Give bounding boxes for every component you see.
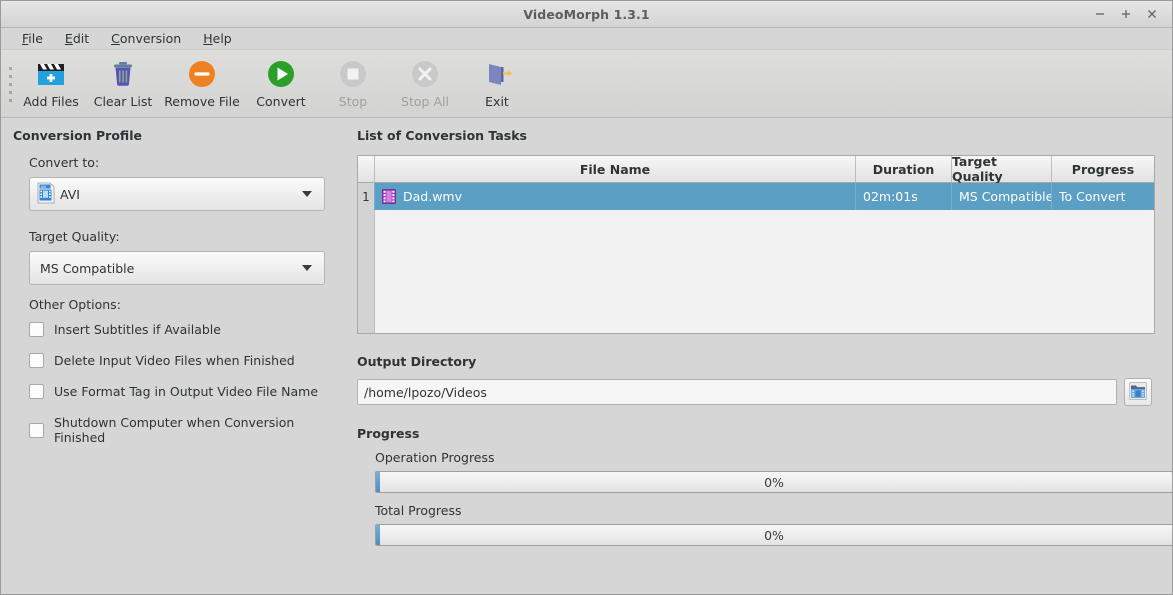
tasks-title: List of Conversion Tasks (357, 128, 527, 143)
output-directory-title: Output Directory (357, 354, 477, 369)
option-delete-input-files[interactable]: Delete Input Video Files when Finished (29, 353, 327, 368)
application-window: VideoMorph 1.3.1 File Edit Conversion He… (0, 0, 1173, 595)
total-progress-label: Total Progress (375, 503, 462, 518)
folder-video-icon (1128, 381, 1148, 404)
chevron-down-icon (302, 191, 312, 197)
column-header-target-quality[interactable]: Target Quality (952, 156, 1052, 184)
cell-file-name: Dad.wmv (375, 183, 856, 210)
operation-progress-bar: 0% (375, 471, 1173, 493)
cell-progress: To Convert (1052, 183, 1154, 210)
play-icon (265, 57, 297, 91)
menu-file[interactable]: File (11, 29, 54, 48)
menu-help-label: elp (212, 31, 232, 46)
exit-door-icon (481, 57, 513, 91)
add-files-button[interactable]: Add Files (15, 50, 87, 114)
menu-help[interactable]: Help (192, 29, 243, 48)
main-content: Conversion Profile Convert to: AVI AVI T… (1, 118, 1173, 564)
title-bar: VideoMorph 1.3.1 (1, 1, 1172, 28)
minimize-button[interactable] (1092, 6, 1108, 22)
add-files-label: Add Files (23, 94, 79, 109)
convert-to-value: AVI (60, 186, 80, 202)
conversion-profile-title: Conversion Profile (13, 128, 142, 143)
column-header-file-name[interactable]: File Name (375, 156, 856, 183)
menu-file-label: ile (28, 31, 43, 46)
option-label: Insert Subtitles if Available (54, 322, 221, 337)
maximize-button[interactable] (1118, 6, 1134, 22)
conversion-tasks-table: File Name Duration Target Quality Progre… (357, 155, 1155, 334)
checkbox-icon[interactable] (29, 422, 44, 438)
checkbox-icon[interactable] (29, 353, 44, 368)
stop-label: Stop (338, 94, 368, 109)
target-quality-value: MS Compatible (40, 260, 135, 276)
file-name-text: Dad.wmv (403, 189, 462, 204)
tasks-panel: List of Conversion Tasks File Name Durat… (341, 118, 1173, 564)
target-quality-label: Target Quality: (29, 229, 120, 244)
gutter-filler (358, 210, 375, 333)
video-file-icon (382, 189, 396, 204)
menu-edit-label: dit (72, 31, 90, 46)
stop-all-icon (409, 57, 441, 91)
clear-list-button[interactable]: Clear List (87, 50, 159, 114)
stop-button: Stop (317, 50, 389, 114)
toolbar: Add Files Clear List Remove File Convert… (1, 50, 1172, 118)
window-title: VideoMorph 1.3.1 (523, 6, 650, 22)
remove-file-label: Remove File (164, 94, 240, 109)
option-format-tag[interactable]: Use Format Tag in Output Video File Name (29, 384, 327, 399)
remove-file-button[interactable]: Remove File (159, 50, 245, 114)
convert-to-combobox[interactable]: AVI AVI (29, 177, 325, 211)
column-header-index[interactable] (358, 156, 375, 183)
total-progress-value: 0% (764, 527, 784, 543)
stop-all-button: Stop All (389, 50, 461, 114)
operation-progress-label: Operation Progress (375, 450, 495, 465)
column-header-duration[interactable]: Duration (856, 156, 952, 183)
remove-file-icon (186, 57, 218, 91)
conversion-profile-panel: Conversion Profile Convert to: AVI AVI T… (1, 118, 341, 564)
option-label: Use Format Tag in Output Video File Name (54, 384, 319, 399)
menu-edit[interactable]: Edit (54, 29, 100, 48)
column-header-progress[interactable]: Progress (1052, 156, 1154, 183)
chevron-down-icon (302, 265, 312, 271)
option-label: Delete Input Video Files when Finished (54, 353, 295, 368)
menu-conversion-label: onversion (119, 31, 182, 46)
browse-directory-button[interactable] (1124, 378, 1152, 406)
table-empty-area (358, 210, 1154, 333)
cell-duration: 02m:01s (856, 183, 952, 210)
row-index: 1 (358, 183, 375, 210)
clear-list-label: Clear List (93, 94, 153, 109)
target-quality-combobox[interactable]: MS Compatible (29, 251, 325, 285)
stop-all-label: Stop All (401, 94, 449, 109)
option-shutdown-computer[interactable]: Shutdown Computer when Conversion Finish… (29, 415, 327, 445)
svg-text:AVI: AVI (41, 185, 47, 189)
output-directory-row: /home/lpozo/Videos (357, 378, 1173, 406)
add-files-icon (34, 57, 68, 91)
convert-label: Convert (256, 94, 306, 109)
option-label: Shutdown Computer when Conversion Finish… (54, 415, 295, 445)
operation-progress-value: 0% (764, 474, 784, 490)
checkbox-icon[interactable] (29, 322, 44, 337)
close-button[interactable] (1144, 6, 1160, 22)
menu-conversion[interactable]: Conversion (100, 29, 192, 48)
output-directory-input[interactable]: /home/lpozo/Videos (357, 379, 1117, 405)
other-options-label: Other Options: (29, 297, 121, 312)
table-row[interactable]: 1 Dad.wmv 02m:01s MS Compatible To Conve… (358, 183, 1154, 210)
toolbar-drag-handle[interactable] (5, 56, 15, 112)
exit-button[interactable]: Exit (461, 50, 533, 114)
checkbox-icon[interactable] (29, 384, 44, 399)
table-header: File Name Duration Target Quality Progre… (358, 156, 1154, 184)
status-bar (1, 564, 1172, 594)
exit-label: Exit (485, 94, 509, 109)
option-insert-subtitles[interactable]: Insert Subtitles if Available (29, 322, 327, 337)
progress-title: Progress (357, 426, 420, 441)
total-progress-bar: 0% (375, 524, 1173, 546)
table-body: 1 Dad.wmv 02m:01s MS Compatible To Conve… (358, 183, 1154, 333)
menu-bar: File Edit Conversion Help (1, 28, 1172, 50)
convert-to-label: Convert to: (29, 155, 100, 170)
body-filler (375, 210, 1154, 333)
cell-target-quality: MS Compatible (952, 183, 1052, 210)
avi-file-icon: AVI (36, 182, 56, 207)
stop-icon (337, 57, 369, 91)
convert-button[interactable]: Convert (245, 50, 317, 114)
window-controls (1092, 6, 1172, 22)
trash-icon (108, 57, 138, 91)
